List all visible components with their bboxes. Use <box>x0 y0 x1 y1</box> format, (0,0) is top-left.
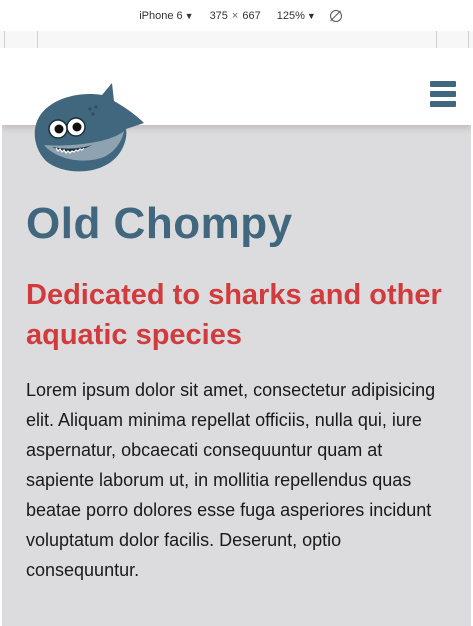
ruler-mark <box>4 31 5 48</box>
caret-down-icon: ▼ <box>306 10 316 21</box>
caret-down-icon: ▼ <box>184 10 194 21</box>
viewport-height-field[interactable]: 667 <box>242 10 260 22</box>
media-query-ruler <box>0 31 473 49</box>
menu-bar <box>430 101 456 107</box>
site-title: Old Chompy <box>26 199 293 248</box>
zoom-select[interactable]: 125% ▼ <box>277 10 316 22</box>
ruler-mark <box>468 31 469 48</box>
device-toolbar: iPhone 6 ▼ 375 × 667 125% ▼ <box>0 0 473 32</box>
device-select[interactable]: iPhone 6 ▼ <box>139 10 193 22</box>
hamburger-menu-icon[interactable] <box>430 81 456 113</box>
ruler-mark <box>436 31 437 48</box>
zoom-select-label: 125% <box>276 9 305 22</box>
body-paragraph: Lorem ipsum dolor sit amet, consectetur … <box>26 380 436 580</box>
menu-bar <box>430 81 456 87</box>
dimension-separator: × <box>231 9 239 22</box>
viewport-width-field[interactable]: 375 <box>210 10 228 22</box>
rotate-icon[interactable] <box>329 9 342 22</box>
shark-logo[interactable] <box>30 83 148 177</box>
tagline: Dedicated to sharks and other aquatic sp… <box>26 279 442 351</box>
page: Old Chompy Dedicated to sharks and other… <box>2 69 471 626</box>
ruler-mark <box>37 31 38 48</box>
device-select-label: iPhone 6 <box>139 9 183 22</box>
menu-bar <box>430 91 456 97</box>
device-viewport: Old Chompy Dedicated to sharks and other… <box>0 48 473 626</box>
